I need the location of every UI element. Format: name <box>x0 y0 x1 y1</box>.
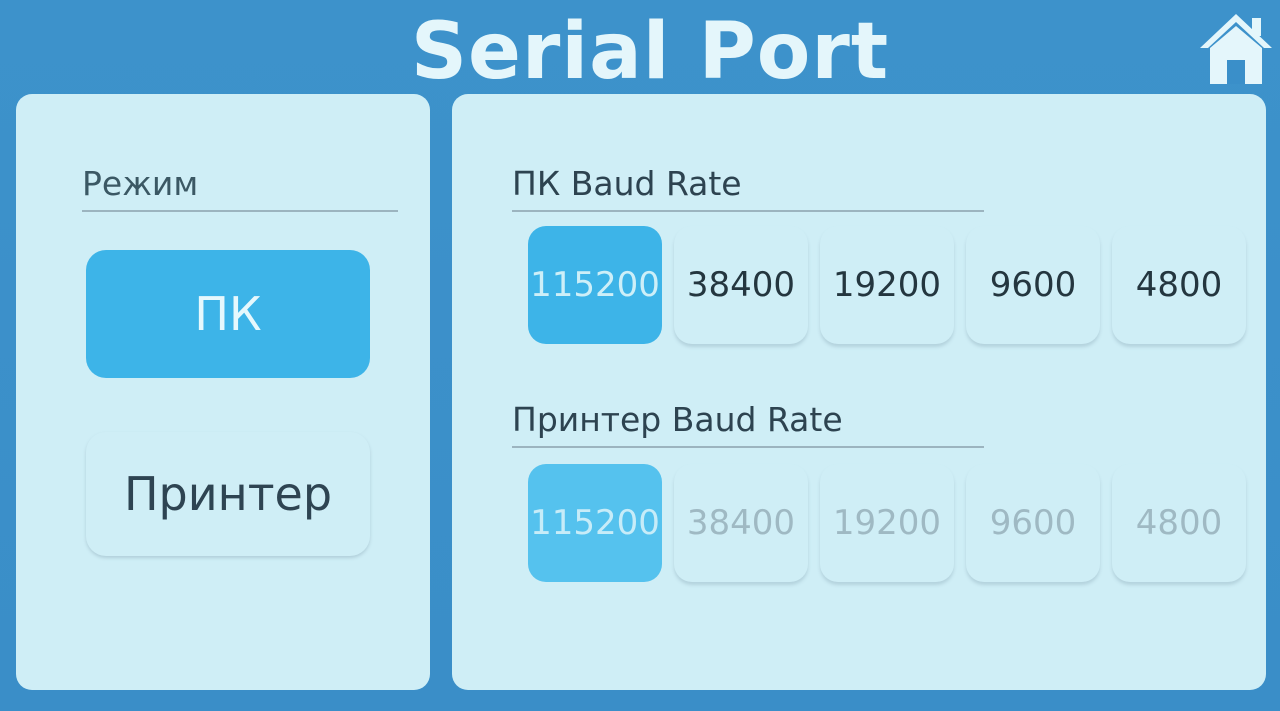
printer-baud-option[interactable]: 9600 <box>966 464 1100 582</box>
printer-baud-label: Принтер Baud Rate <box>512 400 984 448</box>
baud-panel: ПК Baud Rate 115200 38400 19200 9600 480… <box>452 94 1266 690</box>
pc-baud-option[interactable]: 38400 <box>674 226 808 344</box>
printer-baud-option[interactable]: 4800 <box>1112 464 1246 582</box>
pc-baud-option[interactable]: 4800 <box>1112 226 1246 344</box>
printer-baud-option[interactable]: 115200 <box>528 464 662 582</box>
page-title: Serial Port <box>410 7 890 97</box>
pc-baud-label: ПК Baud Rate <box>512 164 984 212</box>
printer-baud-option[interactable]: 38400 <box>674 464 808 582</box>
mode-printer-label: Принтер <box>123 467 333 521</box>
printer-baud-option[interactable]: 19200 <box>820 464 954 582</box>
mode-pc-button[interactable]: ПК <box>86 250 370 378</box>
pc-baud-option[interactable]: 9600 <box>966 226 1100 344</box>
mode-panel: Режим ПК Принтер <box>16 94 430 690</box>
home-button[interactable] <box>1196 8 1276 88</box>
serial-port-screen: Serial Port Режим ПК Принтер ПК Baud Rat… <box>0 0 1280 711</box>
pc-baud-option[interactable]: 115200 <box>528 226 662 344</box>
mode-label: Режим <box>82 164 398 212</box>
home-icon <box>1200 14 1272 84</box>
mode-printer-button[interactable]: Принтер <box>86 432 370 556</box>
pc-baud-option[interactable]: 19200 <box>820 226 954 344</box>
printer-baud-options: 115200 38400 19200 9600 4800 <box>528 464 1246 582</box>
pc-baud-options: 115200 38400 19200 9600 4800 <box>528 226 1246 344</box>
mode-pc-label: ПК <box>194 287 262 341</box>
